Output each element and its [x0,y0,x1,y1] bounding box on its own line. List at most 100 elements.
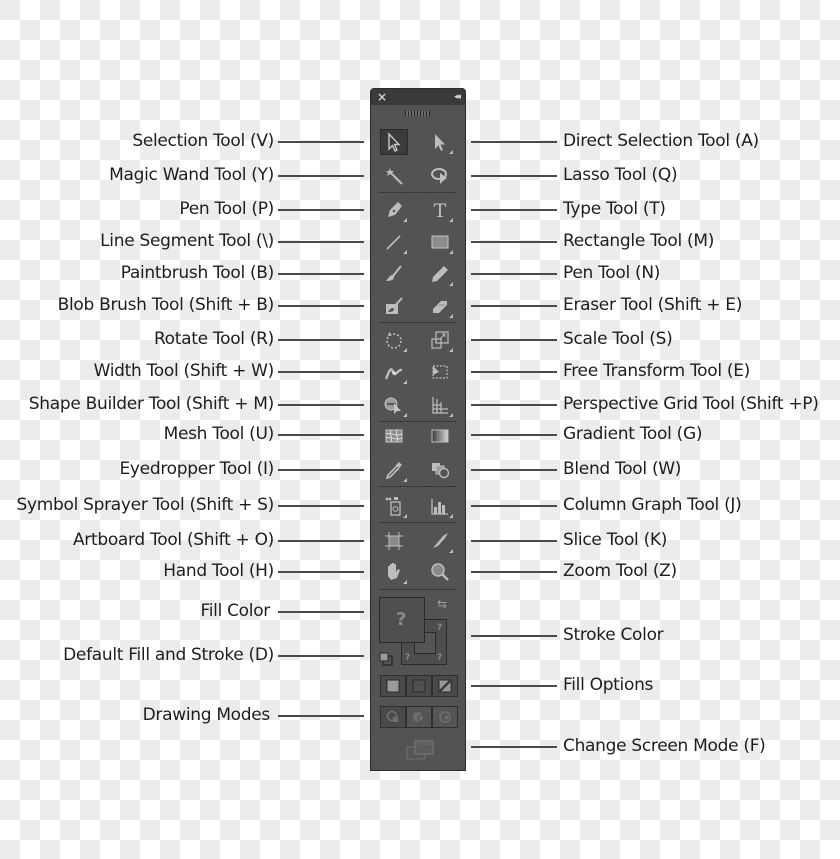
label-column-graph-tool: Column Graph Tool (J) [563,495,742,515]
blend-tool-button[interactable] [426,457,454,483]
tools-panel: × ◂◂ T ? ? ? ? ⇆ [370,88,466,771]
flyout-indicator [403,478,407,482]
shape-builder-tool-button[interactable] [380,392,408,418]
fill-color-swatch[interactable]: ? [379,597,425,643]
swap-fill-stroke-icon[interactable]: ⇆ [437,597,447,611]
label-hand-tool: Hand Tool (H) [163,561,274,581]
pencil-icon [432,266,448,282]
column-graph-tool-button[interactable] [426,493,454,519]
screen-mode-icon [406,740,434,760]
pencil-tool-button[interactable] [426,261,454,287]
rotate-tool-button[interactable] [380,327,408,353]
label-fill-options: Fill Options [563,675,654,695]
flyout-indicator [403,580,407,584]
separator [379,192,457,193]
flyout-indicator [449,150,453,154]
callout-line [278,404,364,406]
line-segment-icon [386,235,401,250]
callout-line [278,339,364,341]
free-transform-icon [432,365,448,379]
callout-line [278,469,364,471]
type-tool-button[interactable]: T [426,197,454,223]
flyout-indicator [449,250,453,254]
lasso-icon [431,168,447,184]
callout-line [471,273,557,275]
callout-line [278,175,364,177]
symbol-sprayer-tool-button[interactable] [380,493,408,519]
mesh-tool-button[interactable] [380,423,408,449]
none-mode-button[interactable] [432,675,458,697]
close-icon[interactable]: × [377,89,387,105]
selection-tool-button[interactable] [380,129,408,155]
label-free-transform-tool: Free Transform Tool (E) [563,361,750,381]
label-artboard-tool: Artboard Tool (Shift + O) [72,530,274,550]
callout-line [471,540,557,542]
artboard-tool-button[interactable] [380,528,408,554]
rotate-icon [386,332,402,349]
slice-tool-button[interactable] [426,528,454,554]
callout-line [471,371,557,373]
rectangle-tool-button[interactable] [426,229,454,255]
eraser-tool-button[interactable] [426,293,454,319]
hand-tool-button[interactable] [380,559,408,585]
paintbrush-tool-button[interactable] [380,261,408,287]
flyout-indicator [449,218,453,222]
pen-tool-button[interactable] [380,197,408,223]
blob-brush-tool-button[interactable] [380,293,408,319]
lasso-tool-button[interactable] [426,163,454,189]
perspective-grid-icon [432,397,448,414]
default-fill-stroke-button[interactable] [379,651,393,666]
change-screen-mode-button[interactable] [405,739,435,761]
draw-inside-button[interactable] [432,706,458,728]
label-stroke-color: Stroke Color [563,625,664,645]
gradient-swatch-icon [412,679,426,693]
gradient-mode-button[interactable] [406,675,432,697]
flyout-indicator [449,282,453,286]
column-graph-icon [431,499,448,515]
fill-options-row [380,675,458,697]
gradient-tool-button[interactable] [426,423,454,449]
callout-line [471,241,557,243]
stroke-unknown-glyph: ? [437,623,443,633]
width-tool-icon [384,368,403,380]
perspective-grid-tool-button[interactable] [426,392,454,418]
callout-line [278,209,364,211]
panel-grip-handle[interactable] [405,111,430,116]
fill-unknown-glyph: ? [396,609,407,630]
flyout-indicator [449,314,453,318]
paintbrush-icon [386,265,402,281]
label-default-fill-stroke: Default Fill and Stroke (D) [63,645,274,665]
callout-line [278,540,364,542]
separator [379,522,457,523]
label-rectangle-tool: Rectangle Tool (M) [563,231,715,251]
eyedropper-tool-button[interactable] [380,457,408,483]
flyout-indicator [449,549,453,553]
zoom-tool-button[interactable] [426,559,454,585]
label-scale-tool: Scale Tool (S) [563,329,673,349]
stroke-unknown-glyph: ? [405,653,411,663]
collapse-icon[interactable]: ◂◂ [454,89,461,105]
label-line-segment-tool: Line Segment Tool (\) [100,231,274,251]
scale-tool-button[interactable] [426,327,454,353]
direct-selection-tool-button[interactable] [426,129,454,155]
draw-normal-button[interactable] [380,706,406,728]
label-fill-color: Fill Color [200,601,271,621]
callout-line [278,273,364,275]
callout-line [471,175,557,177]
callout-line [278,715,364,717]
line-segment-tool-button[interactable] [380,229,408,255]
label-blend-tool: Blend Tool (W) [563,459,682,479]
label-width-tool: Width Tool (Shift + W) [93,361,275,381]
drawing-modes-row [380,706,458,728]
free-transform-tool-button[interactable] [426,359,454,385]
draw-behind-icon [413,712,425,722]
magic-wand-tool-button[interactable] [380,163,408,189]
width-tool-button[interactable] [380,359,408,385]
callout-line [471,209,557,211]
symbol-sprayer-icon [385,497,401,516]
draw-behind-button[interactable] [406,706,432,728]
panel-header[interactable]: × ◂◂ [371,89,465,105]
direct-selection-arrow-icon [435,134,445,151]
draw-inside-icon [439,711,451,723]
fill-color-mode-button[interactable] [380,675,406,697]
